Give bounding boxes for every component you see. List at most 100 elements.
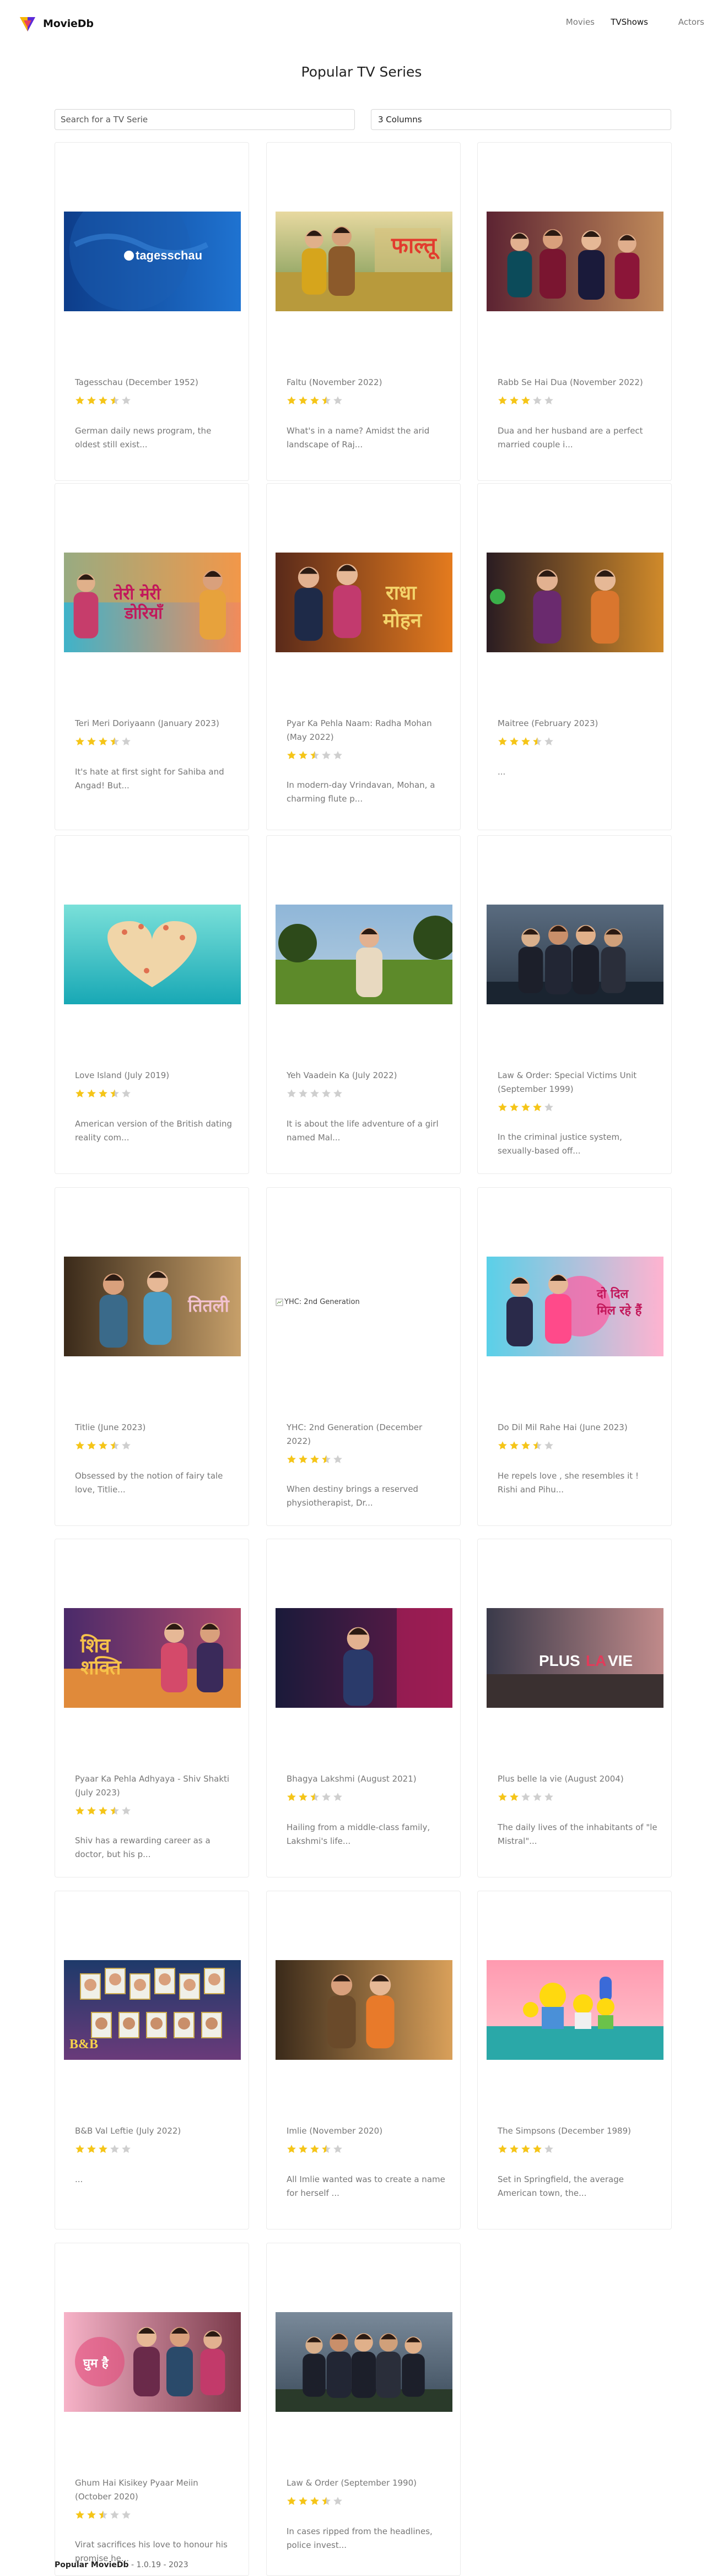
star-icon — [87, 2145, 96, 2153]
star-icon — [122, 1806, 131, 1815]
series-card[interactable]: राधा मोहन Pyar Ka Pehla Naam: Radha Moha… — [266, 483, 461, 830]
series-poster-image[interactable]: राधा मोहन — [276, 553, 452, 652]
series-title[interactable]: Imlie (November 2020) — [287, 2124, 446, 2138]
series-title[interactable]: Plus belle la vie (August 2004) — [498, 1772, 657, 1786]
star-icon — [99, 1089, 107, 1097]
series-poster-image[interactable] — [276, 2312, 452, 2412]
series-card[interactable]: Law & Order (September 1990) In cases ri… — [266, 2243, 461, 2576]
series-title[interactable]: Ghum Hai Kisikey Pyaar Meiin (October 20… — [75, 2476, 235, 2504]
star-icon — [544, 1103, 553, 1111]
star-icon — [299, 2145, 307, 2153]
series-card[interactable]: Law & Order: Special Victims Unit (Septe… — [477, 835, 672, 1174]
series-poster-image[interactable] — [276, 1960, 452, 2060]
series-title[interactable]: Do Dil Mil Rahe Hai (June 2023) — [498, 1421, 657, 1435]
series-title[interactable]: Rabb Se Hai Dua (November 2022) — [498, 376, 657, 389]
series-title[interactable]: Bhagya Lakshmi (August 2021) — [287, 1772, 446, 1786]
series-title[interactable]: B&B Val Leftie (July 2022) — [75, 2124, 235, 2138]
series-poster-image[interactable]: शिव शक्ति — [64, 1608, 241, 1708]
series-description: German daily news program, the oldest st… — [75, 426, 212, 450]
series-poster-image[interactable] — [487, 905, 663, 1004]
svg-text:मिल रहे हैं: मिल रहे हैं — [596, 1303, 643, 1318]
series-card[interactable]: दो दिल मिल रहे हैं Do Dil Mil Rahe Hai (… — [477, 1187, 672, 1526]
search-input[interactable] — [55, 109, 355, 130]
series-card[interactable]: तेरी मेरी डोरियाँ Teri Meri Doriyaann (J… — [55, 483, 249, 830]
series-title[interactable]: Titlie (June 2023) — [75, 1421, 235, 1435]
series-poster-image[interactable] — [64, 905, 241, 1004]
series-card[interactable]: The Simpsons (December 1989) Set in Spri… — [477, 1891, 672, 2229]
star-icon — [110, 2510, 119, 2519]
columns-select[interactable]: 3 Columns — [371, 109, 671, 130]
star-rating — [75, 1441, 131, 1451]
star-icon — [110, 1806, 119, 1815]
series-card[interactable]: YHC: 2nd Generation YHC: 2nd Generation … — [266, 1187, 461, 1526]
series-card[interactable]: फाल्तू Faltu (November 2022) What's in a… — [266, 142, 461, 481]
series-title[interactable]: Faltu (November 2022) — [287, 376, 446, 389]
series-poster-image[interactable] — [487, 553, 663, 652]
star-icon — [533, 396, 542, 404]
series-description: In the criminal justice system, sexually… — [498, 1132, 622, 1156]
series-card[interactable]: Rabb Se Hai Dua (November 2022) Dua and … — [477, 142, 672, 481]
series-card[interactable]: घुम है Ghum Hai Kisikey Pyaar Meiin (Oct… — [55, 2243, 249, 2576]
series-poster-image[interactable] — [487, 1960, 663, 2060]
star-icon — [287, 1089, 296, 1097]
series-card[interactable]: Bhagya Lakshmi (August 2021) Hailing fro… — [266, 1539, 461, 1877]
series-description: In cases ripped from the headlines, poli… — [287, 2526, 433, 2550]
series-poster-image[interactable]: तेरी मेरी डोरियाँ — [64, 553, 241, 652]
star-icon — [498, 1793, 507, 1801]
series-poster-image[interactable]: तितली — [64, 1257, 241, 1356]
series-poster-image[interactable]: फाल्तू — [276, 212, 452, 311]
series-title[interactable]: The Simpsons (December 1989) — [498, 2124, 657, 2138]
nav-link-movies[interactable]: Movies — [566, 17, 595, 27]
series-title[interactable]: Law & Order (September 1990) — [287, 2476, 446, 2490]
series-title[interactable]: Pyaar Ka Pehla Adhyaya - Shiv Shakti (Ju… — [75, 1772, 235, 1800]
series-card[interactable]: शिव शक्ति Pyaar Ka Pehla Adhyaya - Shiv … — [55, 1539, 249, 1877]
series-card[interactable]: PLUS LA VIE Plus belle la vie (August 20… — [477, 1539, 672, 1877]
series-title[interactable]: Maitree (February 2023) — [498, 717, 657, 730]
series-card[interactable]: Yeh Vaadein Ka (July 2022) It is about t… — [266, 835, 461, 1174]
star-icon — [287, 1455, 296, 1463]
series-card[interactable]: Maitree (February 2023) ... — [477, 483, 672, 830]
star-icon — [310, 1089, 319, 1097]
series-title[interactable]: Pyar Ka Pehla Naam: Radha Mohan (May 202… — [287, 717, 446, 744]
star-icon — [87, 737, 96, 745]
series-card[interactable]: B&B B&B Val Leftie (July 2022) ... — [55, 1891, 249, 2229]
star-icon — [110, 737, 119, 745]
series-poster-image[interactable]: दो दिल मिल रहे हैं — [487, 1257, 663, 1356]
poster-alt-text: YHC: 2nd Generation — [284, 1298, 360, 1306]
series-title[interactable]: Law & Order: Special Victims Unit (Septe… — [498, 1069, 657, 1096]
series-title[interactable]: Teri Meri Doriyaann (January 2023) — [75, 717, 235, 730]
star-rating — [287, 1454, 343, 1464]
series-poster-broken-image[interactable]: YHC: 2nd Generation — [276, 1298, 360, 1306]
moviedb-logo-icon — [20, 17, 35, 31]
nav-link-tvshows[interactable]: TVShows — [611, 17, 648, 27]
star-icon — [299, 1455, 307, 1463]
series-card[interactable]: Imlie (November 2020) All Imlie wanted w… — [266, 1891, 461, 2229]
series-poster-image[interactable]: घुम है — [64, 2312, 241, 2412]
series-title[interactable]: Tagesschau (December 1952) — [75, 376, 235, 389]
star-icon — [75, 1806, 84, 1815]
star-icon — [287, 1793, 296, 1801]
svg-text:मोहन: मोहन — [382, 609, 423, 632]
series-title[interactable]: Love Island (July 2019) — [75, 1069, 235, 1083]
series-card[interactable]: तितली Titlie (June 2023) Obsessed by the… — [55, 1187, 249, 1526]
star-icon — [75, 396, 84, 404]
series-poster-image[interactable] — [487, 212, 663, 311]
series-poster-image[interactable]: B&B — [64, 1960, 241, 2060]
series-poster-image[interactable] — [276, 905, 452, 1004]
star-rating — [287, 2496, 343, 2506]
star-rating — [287, 750, 343, 760]
series-description: Hailing from a middle-class family, Laks… — [287, 1822, 430, 1846]
series-card[interactable]: tagesschau Tagesschau (December 1952) Ge… — [55, 142, 249, 481]
star-icon — [333, 751, 342, 759]
series-title[interactable]: YHC: 2nd Generation (December 2022) — [287, 1421, 446, 1448]
series-title[interactable]: Yeh Vaadein Ka (July 2022) — [287, 1069, 446, 1083]
brand-link[interactable]: MovieDb — [19, 15, 94, 33]
series-poster-image[interactable] — [276, 1608, 452, 1708]
series-poster-image[interactable]: tagesschau — [64, 212, 241, 311]
nav-link-actors[interactable]: Actors — [678, 17, 704, 27]
star-icon — [521, 1793, 530, 1801]
footer-version: 1.0.19 - 2023 — [136, 2561, 188, 2569]
svg-text:फाल्तू: फाल्तू — [391, 233, 440, 259]
series-card[interactable]: Love Island (July 2019) American version… — [55, 835, 249, 1174]
series-poster-image[interactable]: PLUS LA VIE — [487, 1608, 663, 1708]
